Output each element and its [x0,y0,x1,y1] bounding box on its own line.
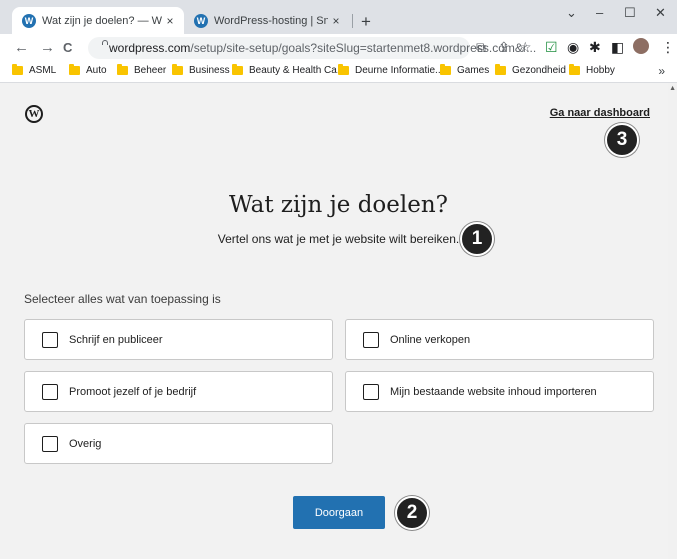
tab-search-dropdown-icon[interactable]: ⌄ [566,5,577,21]
bookmark-folder[interactable]: Auto [69,64,107,76]
folder-icon [440,64,451,75]
folder-icon [569,64,580,75]
goal-label: Online verkopen [390,333,471,346]
bookmark-folder[interactable]: Business [172,64,230,76]
continue-button[interactable]: Doorgaan [293,496,385,529]
share-icon[interactable]: ⇪ [498,39,510,56]
goal-checkbox[interactable] [363,383,379,400]
goal-checkbox[interactable] [363,331,379,348]
address-bar[interactable]: wordpress.com/setup/site-setup/goals?sit… [88,37,536,59]
close-window-button[interactable]: ✕ [655,5,666,21]
annotation-badge-3: 3 [605,123,639,157]
folder-icon [117,64,128,75]
goal-option-import[interactable]: Mijn bestaande website inhoud importeren [345,371,654,412]
tab-title: Wat zijn je doelen? — WordPress [42,14,162,27]
bookmark-star-icon[interactable]: ☆ [519,39,532,56]
url-domain: wordpress.com [109,41,191,55]
page-title: Wat zijn je doelen? [229,192,448,218]
maximize-button[interactable]: ☐ [624,5,636,21]
page-content: W Ga naar dashboard 3 Wat zijn je doelen… [0,83,677,559]
more-bookmarks-button[interactable]: » [658,64,665,78]
select-all-label: Selecteer alles wat van toepassing is [24,292,221,306]
tab-wordpress-hosting[interactable]: W WordPress-hosting | Snelle, veilig × [184,7,350,34]
page-scrollbar[interactable]: ▲ [668,83,677,559]
open-in-app-icon[interactable]: ⧉ [476,39,486,56]
goal-option-sell-online[interactable]: Online verkopen [345,319,654,360]
folder-icon [12,64,23,75]
minimize-button[interactable]: – [596,5,603,20]
goal-label: Promoot jezelf of je bedrijf [69,385,197,398]
wordpress-favicon-icon: W [22,13,36,28]
profile-avatar[interactable] [633,38,649,54]
tab-title: WordPress-hosting | Snelle, veilig [214,14,328,27]
browser-tab-bar: W Wat zijn je doelen? — WordPress × W Wo… [0,0,677,34]
page-subtitle: Vertel ons wat je met je website wilt be… [217,232,460,246]
goal-option-write-publish[interactable]: Schrijf en publiceer [24,319,333,360]
tab-close-icon[interactable]: × [162,14,178,28]
reload-button[interactable]: C [63,40,72,55]
wordpress-logo-icon[interactable]: W [25,105,43,123]
browser-toolbar: ← → C wordpress.com/setup/site-setup/goa… [0,34,677,62]
side-panel-icon[interactable]: ◧ [611,39,624,56]
tab-close-icon[interactable]: × [328,14,344,28]
bookmark-folder[interactable]: Beauty & Health Ca... [232,64,345,76]
new-tab-button[interactable]: + [361,12,371,32]
goal-checkbox[interactable] [42,435,58,452]
folder-icon [172,64,183,75]
go-to-dashboard-link[interactable]: Ga naar dashboard [550,107,650,119]
wordpress-favicon-icon: W [194,13,208,28]
tab-separator [352,14,353,28]
bookmarks-bar: ASML Auto Beheer Business Beauty & Healt… [0,62,677,83]
goal-label: Schrijf en publiceer [69,333,163,346]
folder-icon [69,64,80,75]
goal-label: Overig [69,437,102,450]
folder-icon [338,64,349,75]
bookmark-folder[interactable]: Deurne Informatie... [338,64,443,76]
goal-checkbox[interactable] [42,383,58,400]
bookmark-folder[interactable]: Beheer [117,64,166,76]
goal-option-promote[interactable]: Promoot jezelf of je bedrijf [24,371,333,412]
forward-button[interactable]: → [40,39,55,56]
bookmark-folder[interactable]: Hobby [569,64,615,76]
bookmark-folder[interactable]: Gezondheid [495,64,566,76]
annotation-badge-1: 1 [460,222,494,256]
back-button[interactable]: ← [14,39,29,56]
scroll-up-arrow-icon[interactable]: ▲ [669,85,676,92]
extension-check-icon[interactable]: ☑ [545,39,558,56]
tab-goals[interactable]: W Wat zijn je doelen? — WordPress × [12,7,184,34]
goal-checkbox[interactable] [42,331,58,348]
folder-icon [232,64,243,75]
folder-icon [495,64,506,75]
goal-label: Mijn bestaande website inhoud importeren [390,385,597,398]
extension-circle-icon[interactable]: ◉ [567,39,579,56]
menu-kebab-icon[interactable]: ⋮ [661,39,675,56]
extensions-puzzle-icon[interactable]: ✱ [589,39,601,56]
bookmark-folder[interactable]: ASML [12,64,56,76]
goal-option-other[interactable]: Overig [24,423,333,464]
bookmark-folder[interactable]: Games [440,64,489,76]
annotation-badge-2: 2 [395,496,429,530]
